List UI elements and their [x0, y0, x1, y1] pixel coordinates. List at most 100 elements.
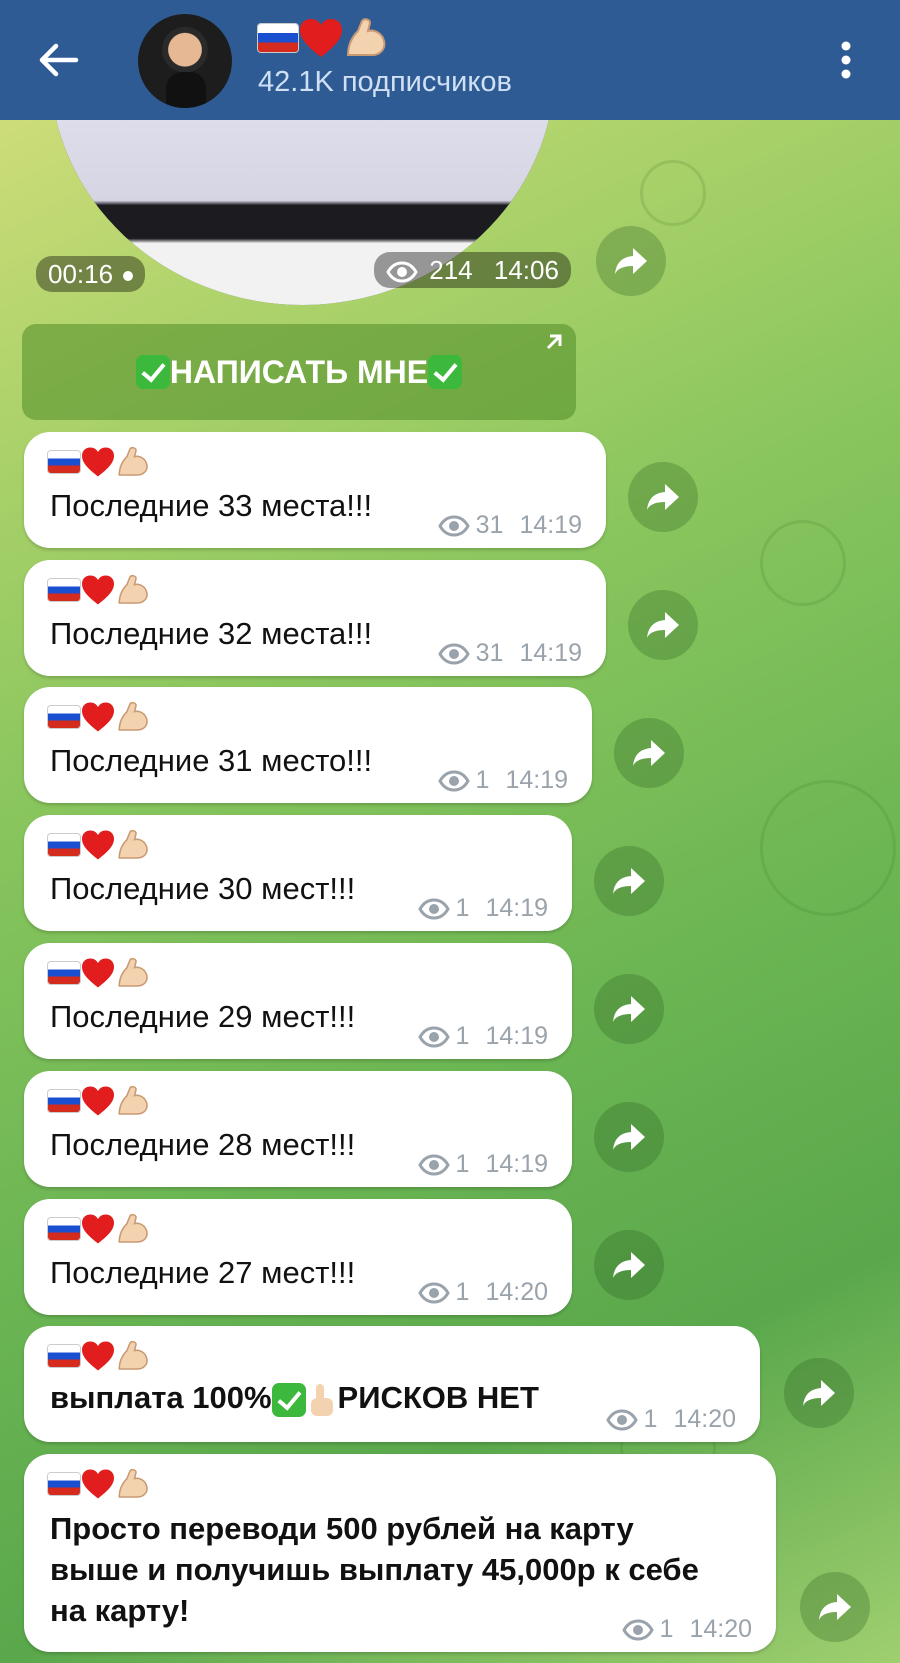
flexed-biceps-icon	[118, 701, 148, 731]
message-text: Последние 28 мест!!!	[50, 1127, 356, 1162]
message-views: 31	[475, 511, 504, 539]
russia-flag-icon	[48, 451, 80, 473]
flexed-biceps-icon	[118, 574, 148, 604]
background-doodle	[640, 160, 706, 226]
background-doodle	[760, 780, 896, 916]
russia-flag-icon	[48, 579, 80, 601]
message-bubble[interactable]: Последние 33 места!!! 31 14:19	[24, 432, 606, 548]
message-time: 14:19	[485, 1022, 548, 1050]
message-meta: 31 14:19	[437, 511, 582, 540]
flexed-biceps-icon	[346, 18, 386, 57]
russia-flag-icon	[48, 1473, 80, 1495]
message-text-part: РИСКОВ НЕТ	[337, 1380, 539, 1415]
message-time: 14:19	[485, 894, 548, 922]
forward-arrow-icon	[615, 248, 647, 274]
forward-button[interactable]	[800, 1572, 870, 1642]
message-emoji-row	[48, 574, 150, 606]
message-line: выше и получишь выплату 45,000р к себе	[50, 1552, 699, 1587]
more-menu-icon[interactable]	[836, 38, 856, 82]
message-bubble[interactable]: Просто переводи 500 рублей на карту выше …	[24, 1454, 776, 1652]
flexed-biceps-icon	[118, 1213, 148, 1243]
eye-icon	[437, 515, 470, 537]
video-duration: 00:16	[48, 259, 114, 289]
message-time: 14:20	[689, 1615, 752, 1643]
video-duration-badge: 00:16	[36, 256, 146, 292]
message-emoji-row	[48, 1340, 150, 1372]
forward-button[interactable]	[628, 462, 698, 532]
message-time: 14:19	[519, 511, 582, 539]
heart-icon	[82, 1341, 114, 1371]
message-emoji-row	[48, 957, 150, 989]
message-time: 14:20	[673, 1405, 736, 1433]
check-mark-icon	[428, 355, 463, 389]
chat-header: 42.1K подписчиков	[0, 0, 900, 120]
message-emoji-row	[48, 1085, 150, 1117]
eye-icon	[605, 1409, 638, 1431]
message-views: 1	[455, 1150, 470, 1178]
russia-flag-icon	[48, 706, 80, 728]
message-meta: 1 14:19	[417, 1022, 548, 1051]
message-text: Последние 27 мест!!!	[50, 1255, 356, 1290]
russia-flag-icon	[48, 1090, 80, 1112]
eye-icon	[417, 898, 450, 920]
forward-arrow-icon	[803, 1380, 835, 1406]
channel-avatar[interactable]	[138, 14, 232, 108]
message-bubble[interactable]: Последние 28 мест!!! 1 14:19	[24, 1071, 572, 1187]
message-meta: 1 14:19	[437, 766, 568, 795]
flexed-biceps-icon	[118, 829, 148, 859]
channel-title[interactable]	[258, 14, 388, 59]
forward-button[interactable]	[594, 974, 664, 1044]
heart-icon	[82, 575, 114, 605]
message-bubble[interactable]: Последние 32 места!!! 31 14:19	[24, 560, 606, 676]
forward-button[interactable]	[784, 1358, 854, 1428]
heart-icon	[82, 1086, 114, 1116]
russia-flag-icon	[48, 1345, 80, 1367]
message-bubble[interactable]: Последние 29 мест!!! 1 14:19	[24, 943, 572, 1059]
message-time: 14:19	[485, 1150, 548, 1178]
message-text-part: выплата 100%	[50, 1380, 272, 1415]
heart-icon	[82, 830, 114, 860]
forward-button[interactable]	[594, 846, 664, 916]
eye-icon	[437, 770, 470, 792]
russia-flag-icon	[48, 1218, 80, 1240]
message-bubble[interactable]: Последние 31 место!!! 1 14:19	[24, 687, 592, 803]
forward-button[interactable]	[594, 1230, 664, 1300]
message-text: Последние 30 мест!!!	[50, 871, 356, 906]
message-bubble[interactable]: Последние 30 мест!!! 1 14:19	[24, 815, 572, 931]
write-me-button[interactable]: НАПИСАТЬ МНЕ	[22, 324, 576, 420]
eye-icon	[417, 1282, 450, 1304]
heart-icon	[82, 447, 114, 477]
forward-button[interactable]	[614, 718, 684, 788]
message-line: Просто переводи 500 рублей на карту	[50, 1511, 634, 1546]
eye-icon	[417, 1026, 450, 1048]
message-views: 31	[475, 639, 504, 667]
message-bubble[interactable]: Последние 27 мест!!! 1 14:20	[24, 1199, 572, 1315]
message-time: 14:19	[505, 766, 568, 794]
message-bubble[interactable]: выплата 100% РИСКОВ НЕТ 1 14:20	[24, 1326, 760, 1442]
flexed-biceps-icon	[118, 446, 148, 476]
message-time: 14:20	[485, 1278, 548, 1306]
forward-arrow-icon	[613, 996, 645, 1022]
check-mark-icon	[135, 355, 170, 389]
forward-arrow-icon	[613, 868, 645, 894]
message-emoji-row	[48, 446, 150, 478]
video-views: 214	[429, 255, 473, 285]
forward-button[interactable]	[596, 226, 666, 296]
write-me-label: НАПИСАТЬ МНЕ	[169, 353, 429, 390]
heart-icon	[300, 19, 342, 58]
forward-button[interactable]	[628, 590, 698, 660]
message-text: Последние 29 мест!!!	[50, 999, 356, 1034]
back-arrow-icon[interactable]	[36, 38, 80, 82]
message-text: Последние 31 место!!!	[50, 743, 373, 778]
video-time: 14:06	[493, 255, 559, 285]
heart-icon	[82, 1469, 114, 1499]
message-line: на карту!	[50, 1593, 190, 1628]
eye-icon	[437, 643, 470, 665]
external-link-icon	[546, 334, 562, 350]
message-emoji-row	[48, 1468, 150, 1500]
forward-arrow-icon	[647, 612, 679, 638]
message-text: Последние 33 места!!!	[50, 488, 373, 523]
pointing-up-icon	[310, 1383, 334, 1416]
message-meta: 1 14:19	[417, 894, 548, 923]
forward-button[interactable]	[594, 1102, 664, 1172]
